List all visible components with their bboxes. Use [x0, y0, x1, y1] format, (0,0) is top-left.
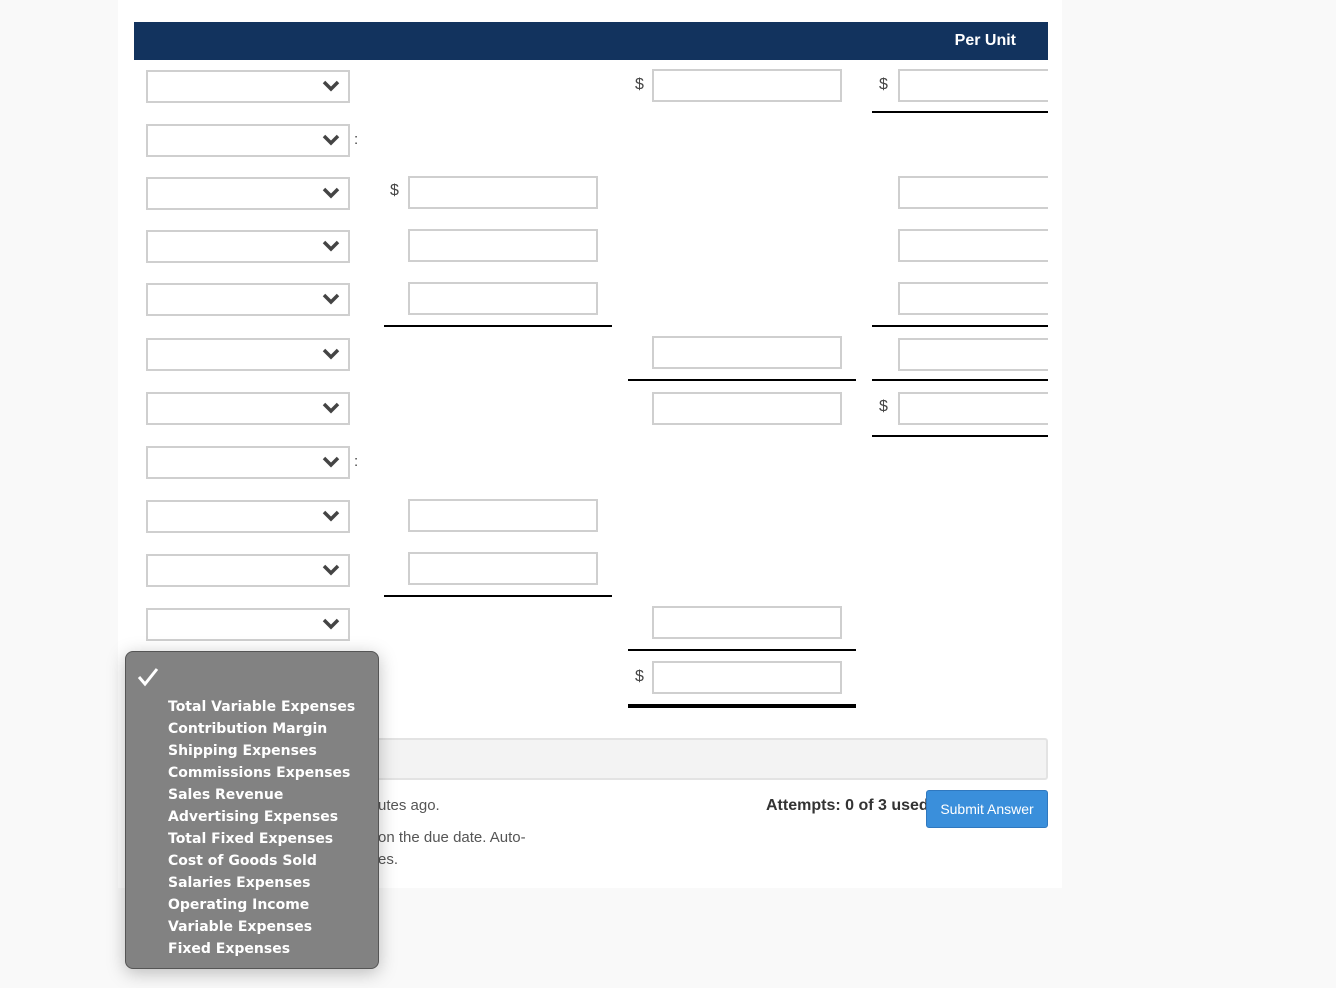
- col3-rule-2: [872, 325, 1048, 327]
- row-4-col3-field[interactable]: [900, 231, 1048, 260]
- row-6-col3-input[interactable]: [898, 338, 1048, 371]
- option-contribution-margin[interactable]: Contribution Margin: [168, 718, 355, 740]
- row-1-col3-dollar-sign: $: [879, 76, 888, 93]
- col3-rule-4: [872, 435, 1048, 437]
- due-date-note-fragment: on the due date. Auto-: [378, 829, 526, 846]
- attempts-counter: Attempts: 0 of 3 used: [766, 797, 929, 814]
- option-commissions-expenses[interactable]: Commissions Expenses: [168, 762, 355, 784]
- options-list: Total Variable Expenses Contribution Mar…: [168, 696, 355, 960]
- select-options-popup[interactable]: Total Variable Expenses Contribution Mar…: [125, 651, 379, 969]
- row-3-col3-input[interactable]: [898, 176, 1048, 209]
- option-salaries-expenses[interactable]: Salaries Expenses: [168, 872, 355, 894]
- option-shipping-expenses[interactable]: Shipping Expenses: [168, 740, 355, 762]
- checkmark-icon: [137, 668, 159, 687]
- col3-rule-3: [872, 379, 1048, 381]
- submit-answer-button[interactable]: Submit Answer: [926, 790, 1048, 828]
- row-7-col3-field[interactable]: [900, 394, 1048, 423]
- option-total-variable-expenses[interactable]: Total Variable Expenses: [168, 696, 355, 718]
- option-sales-revenue[interactable]: Sales Revenue: [168, 784, 355, 806]
- option-total-fixed-expenses[interactable]: Total Fixed Expenses: [168, 828, 355, 850]
- row-1-col3-input[interactable]: [898, 69, 1048, 102]
- row-1-col3-field[interactable]: [900, 71, 1048, 100]
- option-operating-income[interactable]: Operating Income: [168, 894, 355, 916]
- option-cost-of-goods-sold[interactable]: Cost of Goods Sold: [168, 850, 355, 872]
- row-4-col3-input[interactable]: [898, 229, 1048, 262]
- autosave-note-fragment: utes ago.: [378, 797, 440, 814]
- row-6-col3-field[interactable]: [900, 340, 1048, 369]
- row-7-col3-input[interactable]: [898, 392, 1048, 425]
- row-7-col3-dollar-sign: $: [879, 398, 888, 415]
- col3-rule-1: [872, 111, 1048, 113]
- option-variable-expenses[interactable]: Variable Expenses: [168, 916, 355, 938]
- row-5-col3-field[interactable]: [900, 284, 1048, 313]
- due-date-note-fragment-2: es.: [378, 851, 399, 868]
- row-3-col3-field[interactable]: [900, 178, 1048, 207]
- row-5-col3-input[interactable]: [898, 282, 1048, 315]
- option-fixed-expenses[interactable]: Fixed Expenses: [168, 938, 355, 960]
- option-advertising-expenses[interactable]: Advertising Expenses: [168, 806, 355, 828]
